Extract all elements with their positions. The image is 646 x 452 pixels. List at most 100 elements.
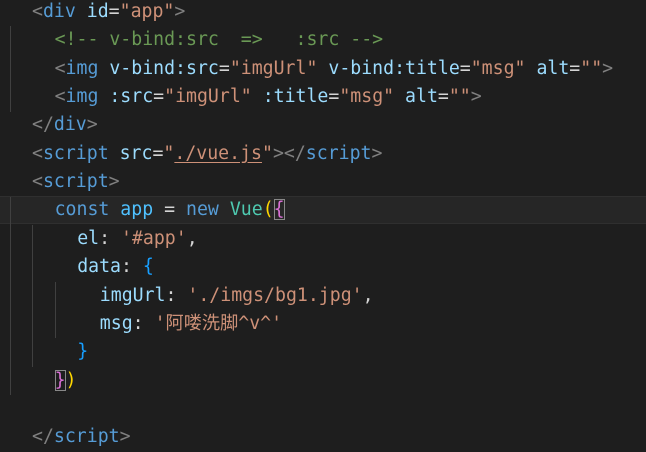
code-token: "msg"	[470, 57, 526, 79]
code-token: </	[32, 426, 54, 448]
code-line[interactable]: <img v-bind:src="imgUrl" v-bind:title="m…	[0, 54, 646, 84]
code-line[interactable]: })	[0, 366, 646, 396]
code-token: ""	[448, 86, 471, 108]
code-token: script	[42, 142, 109, 164]
code-token: msg	[99, 312, 133, 334]
code-token: )	[65, 369, 77, 391]
code-token: v-bind:src	[109, 57, 219, 79]
code-token: data	[77, 256, 121, 278]
code-token: script	[53, 426, 120, 448]
indent-guide	[9, 197, 11, 226]
code-text: <img v-bind:src="imgUrl" v-bind:title="m…	[55, 55, 614, 83]
indent-guide	[32, 309, 34, 339]
code-token: (	[262, 199, 274, 221]
code-token: <!-- v-bind:src => :src -->	[54, 29, 384, 51]
code-token: app	[120, 199, 154, 221]
code-token: :	[121, 256, 143, 278]
code-token: ./vue.js	[174, 142, 262, 164]
code-text: <script>	[32, 168, 120, 196]
indent-guide	[9, 54, 11, 84]
indent-guide	[9, 338, 11, 367]
indent-guide	[9, 366, 11, 396]
code-token: >	[108, 171, 120, 193]
code-token: :	[132, 312, 155, 334]
code-line[interactable]: <script src="./vue.js"></script>	[0, 140, 646, 168]
code-token: >	[119, 426, 131, 448]
code-token: :title	[262, 86, 329, 108]
indent-guide	[54, 281, 56, 310]
code-line[interactable]: <div id="app">	[0, 0, 646, 26]
indent-guide	[32, 253, 34, 282]
code-text: </div>	[32, 111, 98, 139]
code-token: =	[437, 86, 449, 108]
code-line[interactable]: }	[0, 338, 646, 367]
indent-guide	[32, 224, 34, 254]
code-token: <	[32, 171, 43, 193]
code-token: =	[153, 86, 165, 108]
code-token: Vue	[229, 199, 263, 221]
code-token: img	[65, 86, 99, 108]
code-token: script	[42, 171, 109, 193]
code-text: imgUrl: './imgs/bg1.jpg',	[100, 282, 374, 310]
code-line[interactable]: <script>	[0, 168, 646, 196]
code-line[interactable]: el: '#app',	[0, 224, 646, 254]
code-token: >	[86, 114, 98, 136]
indent-guide	[9, 83, 11, 112]
code-text: data: {	[77, 253, 154, 281]
code-token: >	[371, 142, 383, 164]
code-token: src	[119, 142, 153, 164]
code-token: :src	[109, 86, 154, 108]
code-token: {	[142, 256, 154, 278]
code-line[interactable]: data: {	[0, 253, 646, 282]
code-text: const app = new Vue({	[55, 197, 285, 223]
code-token: {	[273, 199, 285, 221]
code-text: <div id="app">	[32, 0, 185, 26]
code-token: <	[54, 57, 66, 79]
indent-guide	[32, 281, 34, 310]
code-token: =	[153, 199, 187, 221]
code-text: }	[77, 338, 88, 366]
code-token: }	[54, 369, 66, 391]
code-line[interactable]	[0, 395, 646, 423]
code-token: div	[53, 114, 87, 136]
indent-guide	[9, 253, 11, 282]
code-token: alt	[405, 86, 438, 108]
code-text: <!-- v-bind:src => :src -->	[55, 26, 384, 54]
code-token: '#app'	[121, 227, 187, 249]
code-token: <	[54, 86, 66, 108]
code-token: "	[163, 142, 175, 164]
code-token: =	[108, 1, 120, 22]
code-token: =	[569, 57, 581, 79]
code-line[interactable]: imgUrl: './imgs/bg1.jpg',	[0, 281, 646, 310]
code-token: v-bind:title	[328, 57, 460, 79]
code-token: "	[261, 142, 273, 164]
code-token: :	[99, 227, 121, 249]
code-token: >	[470, 86, 482, 108]
code-token: }	[77, 341, 89, 363]
code-token: <	[32, 1, 43, 22]
code-token: img	[65, 57, 99, 79]
code-line[interactable]: <!-- v-bind:src => :src -->	[0, 26, 646, 55]
code-text: msg: '阿喽洗脚^v^'	[100, 310, 282, 338]
code-line[interactable]: </div>	[0, 111, 646, 139]
code-text: })	[54, 367, 77, 395]
code-editor[interactable]: <div id="app"> <!-- v-bind:src => :src --…	[0, 0, 646, 452]
code-token: id	[86, 1, 109, 22]
code-token: >	[602, 57, 614, 79]
code-text: <script src="./vue.js"></script>	[32, 140, 382, 168]
code-line[interactable]: const app = new Vue({	[0, 196, 646, 226]
code-line[interactable]: </script>	[0, 423, 646, 451]
code-token: new	[186, 199, 219, 221]
code-token: el	[77, 227, 100, 249]
indent-guide	[9, 224, 11, 254]
code-line[interactable]: msg: '阿喽洗脚^v^'	[0, 309, 646, 339]
code-line[interactable]: <img :src="imgUrl" :title="msg" alt="">	[0, 83, 646, 112]
indent-guide	[54, 309, 56, 339]
code-token: </	[32, 114, 54, 136]
